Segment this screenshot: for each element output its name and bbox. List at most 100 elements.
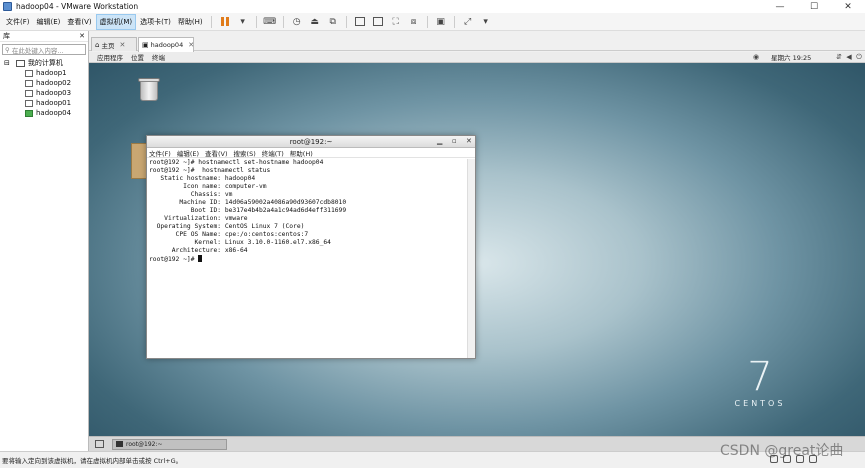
tab-label: 主页 xyxy=(101,41,115,50)
minimize-button[interactable]: — xyxy=(763,0,797,13)
close-icon[interactable]: ✕ xyxy=(188,41,194,49)
home-icon: ⌂ xyxy=(95,40,100,49)
maximize-button[interactable]: ☐ xyxy=(797,0,831,13)
status-message: 要将输入定向到该虚拟机，请在虚拟机内部单击或按 Ctrl+G。 xyxy=(2,457,183,465)
window-titlebar: hadoop04 - VMware Workstation — ☐ ✕ xyxy=(0,0,865,13)
console-view-icon[interactable]: ▣ xyxy=(434,15,448,29)
toolbar-separator xyxy=(210,15,212,28)
toolbar-separator xyxy=(345,15,347,28)
tab-hadoop04[interactable]: ▣ hadoop04 ✕ xyxy=(138,37,194,52)
search-placeholder: 在此处键入内容... xyxy=(11,46,64,55)
trash-desktop-icon[interactable] xyxy=(137,76,161,102)
menu-edit[interactable]: 编辑(E) xyxy=(34,15,64,29)
gnome-places-menu[interactable]: 位置 xyxy=(131,52,144,62)
terminal-line: Boot ID: be317e4b4b2a4a1c94ad6d4eff31169… xyxy=(149,207,347,214)
terminal-menu-terminal[interactable]: 终端(T) xyxy=(262,148,284,158)
terminal-prompt-line[interactable]: root@192 ~]# xyxy=(149,255,466,264)
close-icon[interactable]: ✕ xyxy=(79,32,85,40)
pause-icon[interactable] xyxy=(218,15,232,29)
show-library-icon[interactable] xyxy=(353,15,367,29)
vm-icon xyxy=(25,69,33,77)
terminal-menu-view[interactable]: 查看(V) xyxy=(205,148,228,158)
collapse-icon[interactable]: ⊟ xyxy=(4,59,10,67)
terminal-menu-help[interactable]: 帮助(H) xyxy=(290,148,313,158)
chevron-down-icon[interactable]: ▾ xyxy=(479,15,493,29)
volume-icon[interactable]: ◀ xyxy=(845,53,853,61)
gnome-terminal-menu[interactable]: 终端 xyxy=(152,52,165,62)
terminal-line: Chassis: vm xyxy=(149,191,233,198)
menu-tabs[interactable]: 选项卡(T) xyxy=(137,15,174,29)
guest-display[interactable]: 应用程序 位置 终端 ◉ 星期六 19:25 ⇵ ◀ ⏻ root@192:~ … xyxy=(89,52,865,436)
terminal-output[interactable]: root@192 ~]# hostnamectl set-hostname ha… xyxy=(149,159,466,356)
menubar: 文件(F) 编辑(E) 查看(V) 虚拟机(M) 选项卡(T) 帮助(H) ▾ … xyxy=(0,13,865,31)
snapshot-icon[interactable]: ◷ xyxy=(290,15,304,29)
gnome-applications-menu[interactable]: 应用程序 xyxy=(97,52,123,62)
toolbar-separator xyxy=(282,15,284,28)
toolbar-separator xyxy=(426,15,428,28)
terminal-line: Virtualization: vmware xyxy=(149,215,248,222)
tree-item-label: hadoop04 xyxy=(36,109,72,117)
toolbar-separator xyxy=(255,15,257,28)
send-ctrl-alt-del-icon[interactable]: ⌨ xyxy=(263,15,277,29)
tab-home[interactable]: ⌂ 主页 ✕ xyxy=(91,37,137,51)
centos-logo: 7 CENTOS xyxy=(725,357,795,408)
menu-view[interactable]: 查看(V) xyxy=(64,15,94,29)
accessibility-icon[interactable]: ◉ xyxy=(753,53,759,61)
menu-help[interactable]: 帮助(H) xyxy=(175,15,206,29)
vm-icon xyxy=(25,89,33,97)
tree-item-vm[interactable]: hadoop1 xyxy=(0,68,88,78)
tree-item-vm[interactable]: hadoop03 xyxy=(0,88,88,98)
close-icon[interactable]: ✕ xyxy=(119,41,125,49)
library-panel: 库 ✕ ⚲ 在此处键入内容... ⊟ 我的计算机 hadoop1 hadoop0… xyxy=(0,31,89,451)
menu-file[interactable]: 文件(F) xyxy=(3,15,33,29)
terminal-line: Static hostname: hadoop04 xyxy=(149,175,256,182)
show-desktop-icon[interactable] xyxy=(95,440,104,448)
close-icon[interactable]: ✕ xyxy=(466,137,472,145)
terminal-menubar: 文件(F) 编辑(E) 查看(V) 搜索(S) 终端(T) 帮助(H) xyxy=(147,148,475,158)
minimize-icon[interactable]: ▁ xyxy=(437,137,442,145)
stretch-guest-icon[interactable]: ⤢ xyxy=(461,15,475,29)
network-icon[interactable]: ⇵ xyxy=(835,53,843,61)
terminal-line: CPE OS Name: cpe:/o:centos:centos:7 xyxy=(149,231,309,238)
terminal-titlebar[interactable]: root@192:~ ▁ ▫ ✕ xyxy=(147,136,475,148)
tree-item-label: hadoop01 xyxy=(36,99,72,107)
terminal-window[interactable]: root@192:~ ▁ ▫ ✕ 文件(F) 编辑(E) 查看(V) 搜索(S)… xyxy=(146,135,476,359)
tree-item-vm[interactable]: hadoop01 xyxy=(0,98,88,108)
unity-icon[interactable]: ⧈ xyxy=(407,15,421,29)
terminal-line: Operating System: CentOS Linux 7 (Core) xyxy=(149,223,305,230)
tree-item-vm-running[interactable]: hadoop04 xyxy=(0,108,88,118)
terminal-menu-search[interactable]: 搜索(S) xyxy=(234,148,256,158)
tree-item-label: 我的计算机 xyxy=(27,59,63,67)
library-search-input[interactable]: ⚲ 在此处键入内容... xyxy=(2,44,86,55)
revert-snapshot-icon[interactable]: ⏏ xyxy=(308,15,322,29)
terminal-scrollbar[interactable] xyxy=(467,159,475,358)
search-icon: ⚲ xyxy=(5,45,12,54)
snapshot-manager-icon[interactable]: ⧉ xyxy=(326,15,340,29)
tree-item-label: hadoop03 xyxy=(36,89,72,97)
home-folder-desktop-icon[interactable] xyxy=(131,143,147,179)
terminal-menu-edit[interactable]: 编辑(E) xyxy=(177,148,199,158)
menu-vm[interactable]: 虚拟机(M) xyxy=(95,13,137,30)
gnome-clock[interactable]: 星期六 19:25 xyxy=(771,52,811,62)
close-button[interactable]: ✕ xyxy=(831,0,865,13)
maximize-icon[interactable]: ▫ xyxy=(452,137,457,145)
vm-running-icon xyxy=(25,109,33,117)
vm-tab-icon: ▣ xyxy=(142,41,149,49)
tree-item-vm[interactable]: hadoop02 xyxy=(0,78,88,88)
terminal-cursor xyxy=(198,255,203,262)
terminal-line: Architecture: x86-64 xyxy=(149,247,248,254)
terminal-menu-file[interactable]: 文件(F) xyxy=(149,148,171,158)
power-icon[interactable]: ⏻ xyxy=(855,53,863,62)
toolbar-separator xyxy=(453,15,455,28)
chevron-down-icon[interactable]: ▾ xyxy=(236,15,250,29)
terminal-line: Machine ID: 14d06a59002a4086a90d93607cdb… xyxy=(149,199,347,206)
tab-bar: ⌂ 主页 ✕ ▣ hadoop04 ✕ xyxy=(89,36,865,52)
fullscreen-icon[interactable]: ⛶ xyxy=(389,15,403,29)
tree-item-my-computer[interactable]: ⊟ 我的计算机 xyxy=(0,58,88,68)
vm-pane: ⌂ 主页 ✕ ▣ hadoop04 ✕ 应用程序 位置 终端 ◉ 星期六 19:… xyxy=(89,31,865,451)
window-title: hadoop04 - VMware Workstation xyxy=(16,2,139,11)
gnome-top-bar: 应用程序 位置 终端 ◉ 星期六 19:25 ⇵ ◀ ⏻ xyxy=(89,52,865,63)
taskbar-terminal-item[interactable]: root@192:~ xyxy=(112,438,227,450)
terminal-prompt: root@192 ~]# xyxy=(149,256,199,263)
thumbnail-bar-icon[interactable] xyxy=(371,15,385,29)
